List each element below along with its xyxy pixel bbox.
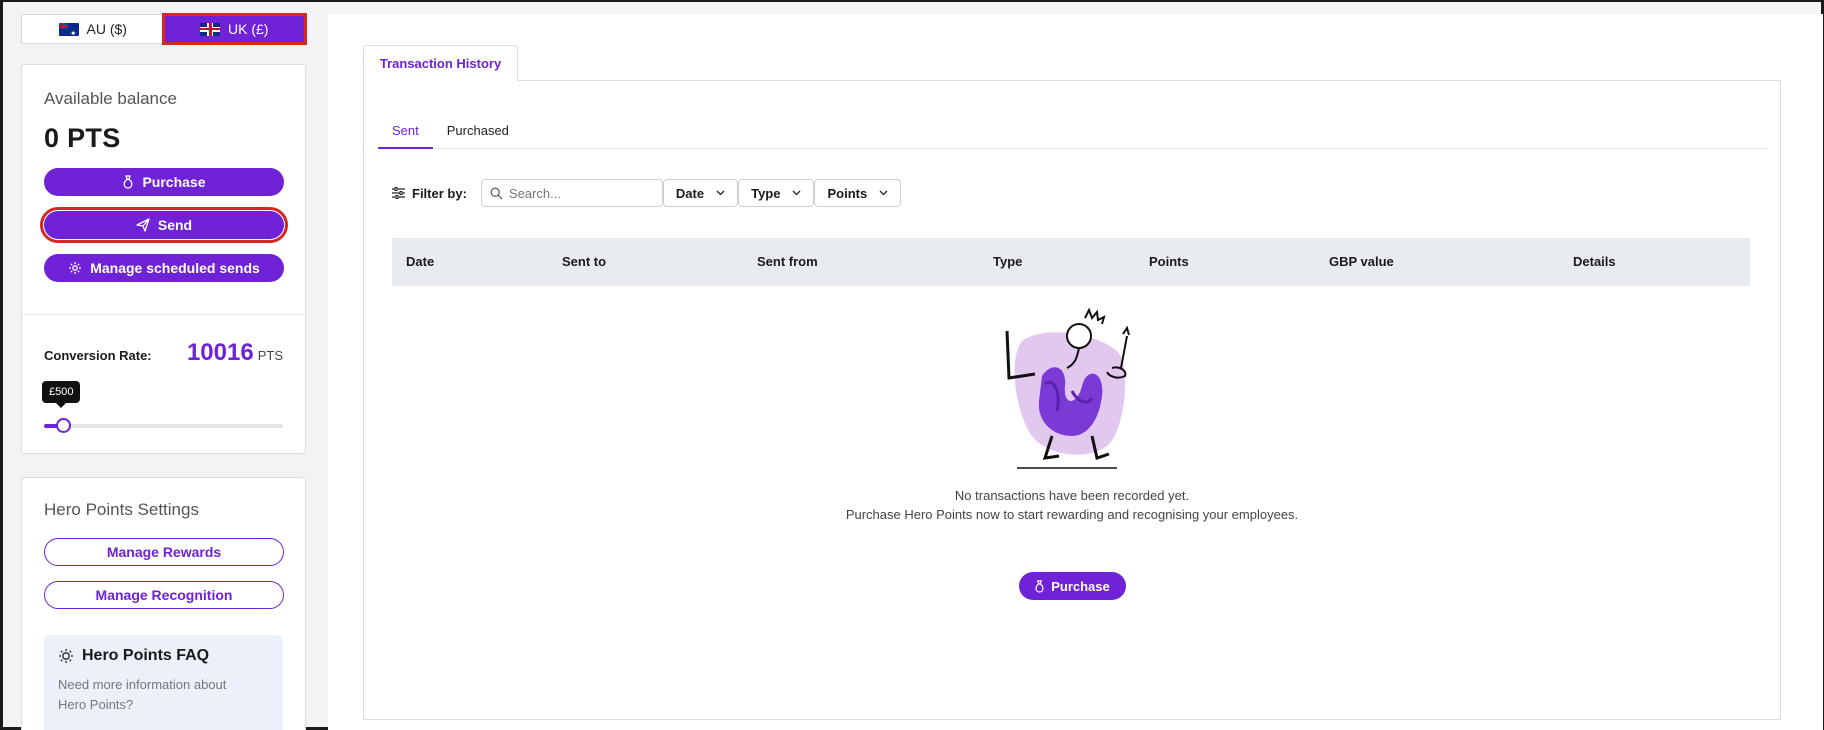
table-header: Date Sent to Sent from Type Points GBP v…: [392, 238, 1750, 286]
subtabs: Sent Purchased: [378, 119, 1768, 149]
column-details[interactable]: Details: [1573, 254, 1616, 269]
search-box[interactable]: [480, 179, 663, 207]
empty-state-line1: No transactions have been recorded yet.: [954, 488, 1190, 503]
column-type[interactable]: Type: [993, 254, 1022, 269]
balance-value: 0 PTS: [44, 123, 121, 153]
points-filter-dropdown[interactable]: Points: [814, 179, 902, 207]
slider-thumb[interactable]: [56, 418, 72, 433]
slider-value-tooltip: £500: [42, 381, 81, 408]
column-sent-to[interactable]: Sent to: [562, 254, 606, 269]
region-au-button[interactable]: AU ($): [22, 15, 164, 43]
manage-recognition-button[interactable]: Manage Recognition: [44, 581, 284, 609]
app-frame: AU ($) UK (£) Available balance 0 PTS Pu…: [0, 0, 1824, 730]
region-uk-label: UK (£): [228, 21, 269, 37]
main-panel: Transaction History Sent Purchased Filte…: [328, 14, 1823, 730]
chevron-down-icon: [879, 190, 888, 196]
purchase-button[interactable]: Purchase: [44, 168, 284, 196]
settings-card: Hero Points Settings Manage Rewards Mana…: [21, 477, 306, 730]
filter-label: Filter by:: [412, 185, 467, 201]
subtab-purchased[interactable]: Purchased: [433, 119, 523, 149]
manage-scheduled-sends-label: Manage scheduled sends: [90, 260, 260, 276]
purchase-button-label: Purchase: [142, 174, 206, 190]
manage-rewards-button[interactable]: Manage Rewards: [44, 538, 284, 566]
manage-scheduled-sends-button[interactable]: Manage scheduled sends: [44, 254, 284, 282]
faq-title: Hero Points FAQ: [82, 647, 210, 664]
australia-flag-icon: [58, 22, 79, 36]
conversion-rate-label: Conversion Rate:: [44, 348, 152, 363]
date-filter-label: Date: [675, 185, 705, 201]
filter-sliders-icon: [392, 187, 405, 199]
transaction-history-panel: Sent Purchased Filter by: Search... Date…: [363, 80, 1781, 720]
left-sidebar: AU ($) UK (£) Available balance 0 PTS Pu…: [21, 13, 307, 730]
date-filter-dropdown[interactable]: Date: [662, 179, 739, 207]
balance-card: Available balance 0 PTS Purchase Send Ma…: [21, 64, 306, 454]
send-button-label: Send: [157, 217, 193, 233]
column-points[interactable]: Points: [1149, 254, 1189, 269]
empty-state-line2: Purchase Hero Points now to start reward…: [845, 507, 1299, 522]
uk-flag-icon: [200, 22, 221, 36]
conversion-rate-value: 10016: [186, 339, 254, 366]
balance-label: Available balance: [44, 89, 177, 108]
region-uk-button[interactable]: UK (£): [161, 13, 307, 45]
settings-title: Hero Points Settings: [44, 500, 199, 519]
region-toggle: AU ($) UK (£): [21, 13, 307, 45]
empty-state-purchase-button[interactable]: Purchase: [1018, 572, 1126, 600]
empty-state-illustration: [1005, 307, 1130, 469]
money-bag-icon: [124, 175, 133, 189]
chevron-down-icon: [793, 190, 801, 196]
send-button[interactable]: Send: [40, 207, 288, 243]
amount-slider[interactable]: [44, 418, 283, 433]
region-au-label: AU ($): [86, 21, 127, 37]
gear-icon: [69, 262, 82, 274]
money-bag-icon: [1035, 579, 1044, 593]
search-input[interactable]: [508, 185, 649, 201]
type-filter-dropdown[interactable]: Type: [738, 179, 815, 207]
tab-transaction-history[interactable]: Transaction History: [363, 45, 518, 81]
chevron-down-icon: [716, 190, 725, 196]
faq-text: Need more information about Hero Points?: [58, 677, 227, 712]
column-gbp-value[interactable]: GBP value: [1329, 254, 1394, 269]
search-icon: [490, 187, 503, 199]
empty-state-purchase-label: Purchase: [1051, 578, 1110, 594]
subtab-sent[interactable]: Sent: [378, 119, 433, 149]
filter-bar: Filter by: Date Type: [392, 179, 902, 207]
conversion-rate-unit: PTS: [257, 348, 283, 363]
balance-section: Available balance 0 PTS Purchase Send Ma…: [22, 65, 305, 315]
column-date[interactable]: Date: [406, 254, 434, 269]
column-sent-from[interactable]: Sent from: [757, 254, 818, 269]
conversion-section: Conversion Rate: 10016 PTS £500: [22, 315, 305, 433]
empty-state: No transactions have been recorded yet. …: [364, 306, 1780, 600]
paper-plane-icon: [136, 218, 150, 232]
bulb-icon: [59, 649, 73, 663]
type-filter-label: Type: [751, 185, 781, 201]
faq-box[interactable]: Hero Points FAQ Need more information ab…: [44, 635, 283, 730]
points-filter-label: Points: [827, 185, 868, 201]
